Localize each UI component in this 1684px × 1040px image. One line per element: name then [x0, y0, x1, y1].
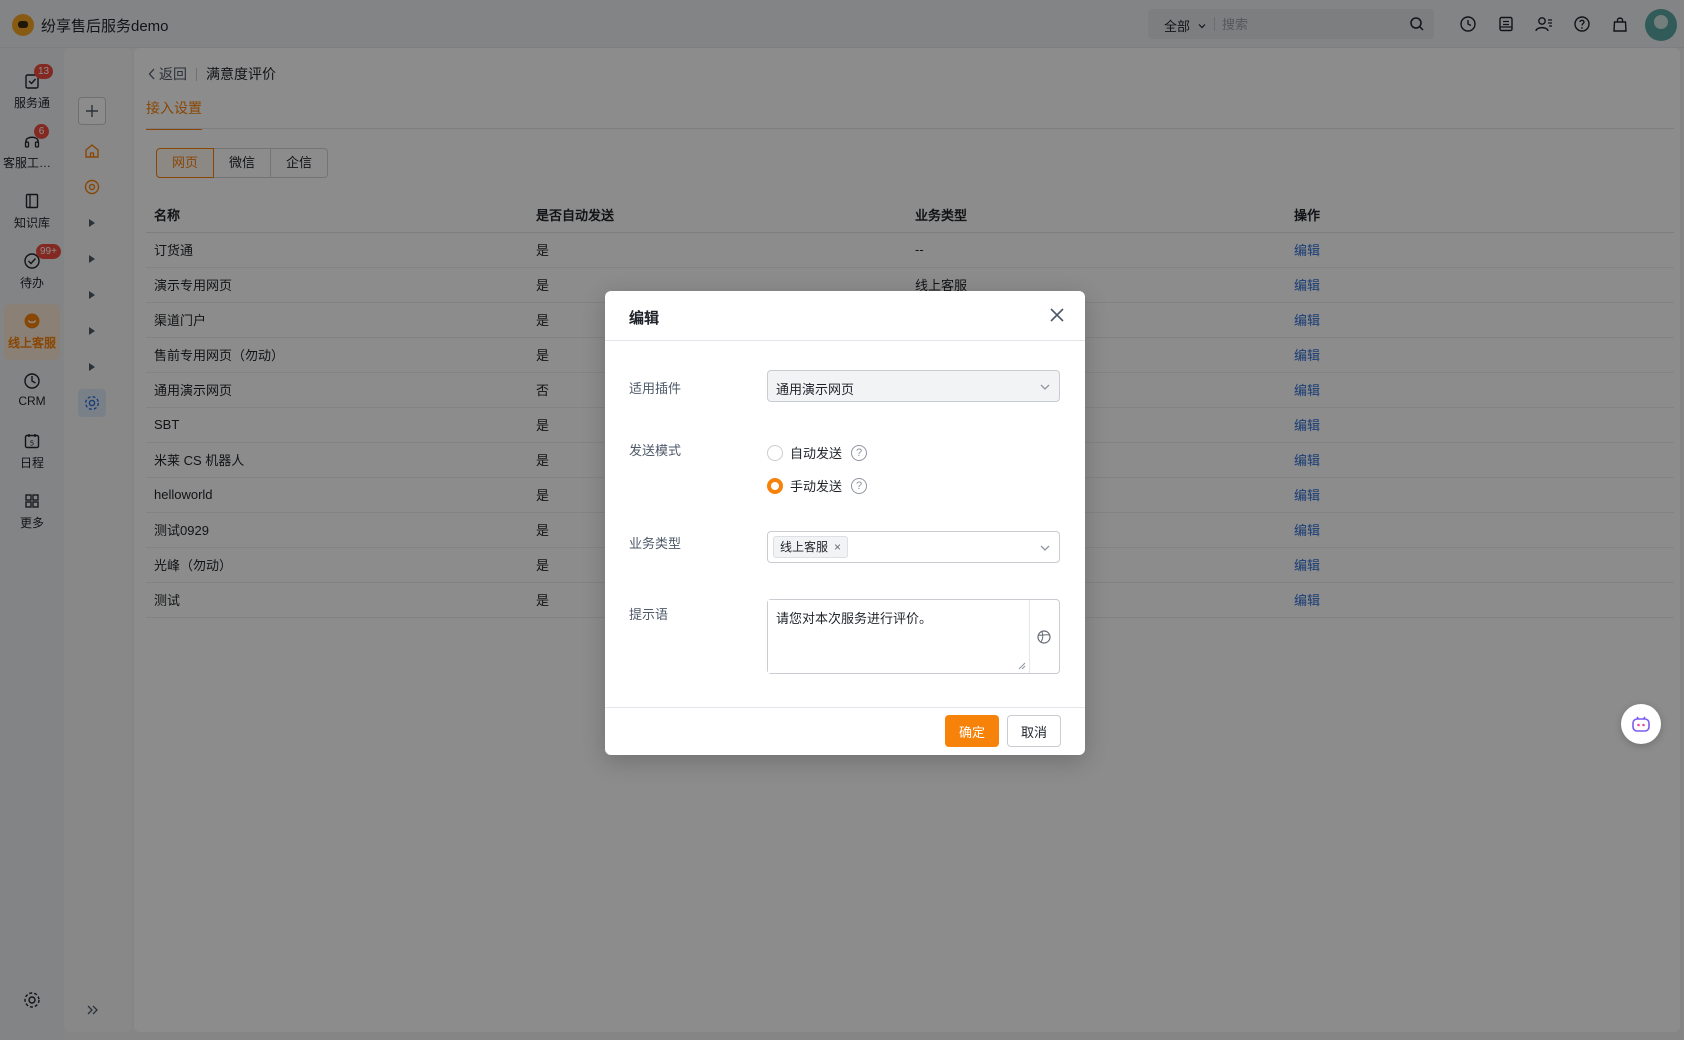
- plugin-select: 通用演示网页: [767, 370, 1060, 402]
- tag-label: 线上客服: [780, 540, 829, 554]
- radio-button[interactable]: [767, 444, 783, 461]
- help-icon[interactable]: ?: [851, 444, 868, 461]
- plugin-label: 适用插件: [629, 381, 682, 396]
- radio-label: 手动发送: [790, 479, 843, 494]
- biz-type-label: 业务类型: [629, 536, 682, 551]
- plugin-value: 通用演示网页: [776, 382, 855, 397]
- radio-button-selected[interactable]: [767, 477, 783, 494]
- confirm-button[interactable]: 确定: [945, 715, 999, 747]
- biz-type-select[interactable]: 线上客服 ×: [767, 531, 1060, 563]
- radio-manual-send[interactable]: 手动发送 ?: [767, 476, 868, 495]
- edit-dialog: 编辑 适用插件 通用演示网页 发送模式 自动发送 ? 手动发送 ? 业务类型 线…: [605, 291, 1085, 755]
- radio-label: 自动发送: [790, 446, 843, 461]
- tip-label: 提示语: [629, 607, 669, 622]
- mode-label: 发送模式: [629, 443, 682, 458]
- tip-textarea[interactable]: 请您对本次服务进行评价。: [768, 600, 1030, 673]
- tag-remove-icon[interactable]: ×: [834, 537, 841, 557]
- biz-type-tag: 线上客服 ×: [773, 536, 849, 558]
- assistant-bot-button[interactable]: [1621, 704, 1661, 744]
- radio-auto-send[interactable]: 自动发送 ?: [767, 443, 868, 462]
- dialog-header-divider: [605, 340, 1085, 341]
- resize-handle-icon[interactable]: [1018, 662, 1026, 670]
- tip-field: 请您对本次服务进行评价。: [767, 599, 1060, 674]
- robot-icon: [1632, 716, 1650, 732]
- dialog-footer-divider: [605, 707, 1085, 708]
- cancel-button[interactable]: 取消: [1007, 715, 1061, 747]
- close-icon[interactable]: [1047, 305, 1067, 325]
- dialog-title: 编辑: [629, 310, 660, 327]
- chevron-down-icon[interactable]: [1039, 542, 1051, 554]
- globe-icon[interactable]: [1036, 629, 1052, 645]
- help-icon[interactable]: ?: [851, 477, 868, 494]
- chevron-down-icon: [1040, 384, 1050, 390]
